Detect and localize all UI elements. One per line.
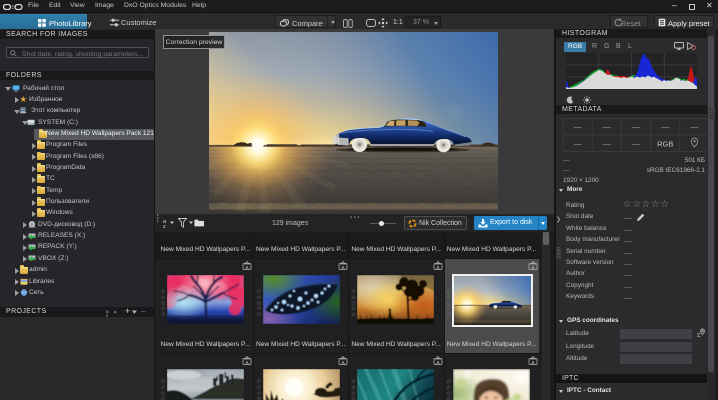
- svg-text:RGB: RGB: [657, 140, 673, 149]
- svg-text:—: —: [690, 123, 698, 132]
- svg-text:—: —: [632, 140, 640, 149]
- svg-text:z: z: [106, 313, 109, 317]
- svg-text:—: —: [602, 140, 610, 149]
- svg-text:—: —: [661, 123, 669, 132]
- svg-text:—: —: [602, 123, 610, 132]
- svg-text:—: —: [573, 123, 581, 132]
- svg-text:—: —: [632, 123, 640, 132]
- svg-text:z: z: [163, 224, 166, 228]
- svg-text:—: —: [573, 140, 581, 149]
